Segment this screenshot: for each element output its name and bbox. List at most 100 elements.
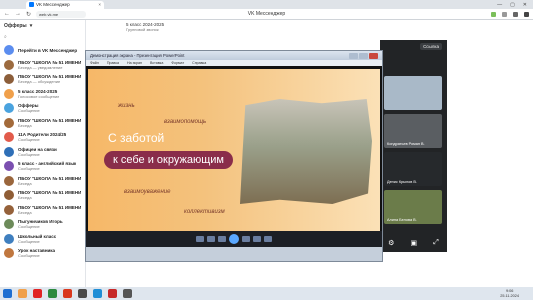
chat-list-item[interactable]: ПБОУ "ШКОЛА № 51 ИМЕНИ СВЕТЛ...Беседа (0, 203, 85, 218)
app-icon (242, 236, 250, 242)
chat-subtitle: Групповой звонок (126, 27, 159, 32)
chat-list-item[interactable]: Школьный класс Сообщение (0, 232, 85, 247)
chat-list-item[interactable]: ПБОУ "ШКОЛА № 51 ИМЕНИ СВЕТЛ...Беседа (0, 116, 85, 131)
taskbar-app-icon[interactable] (63, 289, 72, 298)
window-controls: — ▢ ✕ (497, 2, 533, 8)
window-title: Демонстрация экрана - Презентация PowerP… (90, 53, 185, 58)
close-icon[interactable] (369, 52, 378, 59)
tab-close-icon[interactable]: × (98, 2, 101, 7)
participant-name: Кондратьев Роман В. (387, 142, 425, 146)
address-bar: ← → ↻ web.vk.me VK Мессенджер (0, 9, 533, 20)
chat-list-item[interactable]: ПБОУ "ШКОЛА № 51 ИМЕНИ СВЕТЛ...Беседа (0, 174, 85, 189)
slide-word: жизнь (118, 103, 135, 109)
chat-list-item[interactable]: 5 класс - английский язык Сообщение (0, 159, 85, 174)
chat-item-text: 5 класс - английский язык Сообщение (18, 161, 76, 171)
chat-list-item[interactable]: Урок наставника Сообщение (0, 246, 85, 261)
chat-snippet: Беседа (18, 122, 32, 128)
system-tray-clock[interactable]: 9:06 25.11.2024 (500, 289, 533, 298)
pip-icon[interactable]: ▣ (411, 239, 418, 247)
copy-link-button[interactable]: Ссылка (420, 42, 442, 50)
avatar (4, 175, 14, 186)
participant-video (384, 76, 442, 110)
avatar (4, 132, 14, 143)
chat-item-text: Офицеи на связи Сообщение (18, 147, 57, 157)
app-icon (207, 236, 215, 242)
chevron-down-icon: ▾ (29, 22, 33, 29)
chat-item-text: ПБОУ "ШКОЛА № 51 ИМЕНИ СВЕТЛ...Беседа (18, 118, 81, 128)
participant-tile[interactable]: Кондратьев Роман В. (384, 114, 442, 148)
avatar (4, 59, 14, 70)
taskbar-app-icon[interactable] (93, 289, 102, 298)
participant-tile[interactable]: Алина Белова В. (384, 190, 442, 224)
maximize-icon[interactable]: ▢ (510, 2, 515, 8)
minimize-icon[interactable] (349, 52, 358, 59)
fullscreen-icon[interactable]: ⤢ (433, 239, 439, 247)
chat-list-item[interactable]: ПБОУ "ШКОЛА № 51 ИМЕНИ СВЕТЛ...Беседа (0, 188, 85, 203)
chat-list-item[interactable]: 5 класс 2024-2025 Голосовое сообщение (0, 87, 85, 102)
browser-tab[interactable]: VK Мессенджер × (26, 0, 104, 9)
slide[interactable]: жизнь взаимопомощь С заботой к себе и ок… (88, 69, 380, 234)
chat-list-item[interactable]: Офицеи на связи Сообщение (0, 145, 85, 160)
chat-item-text: Офферы Сообщение (18, 103, 40, 113)
menu-item[interactable]: Правка (107, 61, 119, 65)
participant-tile[interactable]: Денис Крылов В. (384, 152, 442, 186)
chat-snippet: Беседа (18, 209, 32, 215)
shared-taskbar (86, 231, 382, 247)
menu-item[interactable]: Формат (171, 61, 184, 65)
chat-item-text: ПБОУ "ШКОЛА № 51 ИМЕНИ СВЕТЛ...Беседа (18, 205, 81, 215)
avatar (4, 74, 14, 85)
taskbar-app-icon[interactable] (3, 289, 12, 298)
chat-list-item[interactable]: ПБОУ "ШКОЛА № 51 ИМЕНИ СВЕТЛ...Беседа — … (0, 72, 85, 87)
taskbar-app-icon[interactable] (18, 289, 27, 298)
app-icon (196, 236, 204, 242)
folder-title: Офферы (4, 22, 27, 29)
menu-item[interactable]: Файл (90, 61, 99, 65)
chat-snippet: Сообщение (18, 166, 40, 172)
taskbar-app-icon[interactable] (48, 289, 57, 298)
page-title: VK Мессенджер (247, 11, 286, 17)
app-icon (264, 236, 272, 242)
chat-snippet: Сообщение (18, 253, 40, 259)
minimize-icon[interactable]: — (497, 2, 502, 8)
avatar (4, 248, 14, 259)
chat-list-item[interactable]: Пыгуничиков Игорь Сообщение (0, 217, 85, 232)
chat-snippet: Сообщение (18, 137, 40, 143)
vk-favicon-icon (29, 2, 34, 7)
avatar (4, 117, 14, 128)
chat-item-text: 5 класс 2024-2025 Голосовое сообщение (18, 89, 59, 99)
chat-list-item[interactable]: Перейти в VK Мессенджер (0, 43, 85, 58)
slide-title: С заботой (108, 131, 165, 145)
close-icon[interactable]: ✕ (523, 2, 527, 8)
chat-list-item[interactable]: Офферы Сообщение (0, 101, 85, 116)
chat-snippet: Сообщение (18, 108, 40, 114)
folder-header[interactable]: Офферы ▾ (0, 20, 85, 31)
app-icon (229, 234, 239, 244)
screen-share-window: Демонстрация экрана - Презентация PowerP… (85, 50, 383, 262)
chat-item-text: ПБОУ "ШКОЛА № 51 ИМЕНИ СВЕТЛ...Беседа (18, 176, 81, 186)
menu-item[interactable]: Вставка (150, 61, 163, 65)
chat-snippet: Сообщение (18, 224, 40, 230)
chat-list-item[interactable]: ПБОУ "ШКОЛА № 51 ИМЕНИ СВЕТЛ...Беседа — … (0, 58, 85, 73)
taskbar-apps (3, 289, 132, 298)
participant-tile[interactable] (384, 76, 442, 110)
browser-tab-bar: VK Мессенджер × — ▢ ✕ (0, 0, 533, 9)
settings-icon[interactable]: ⚙ (388, 239, 394, 247)
maximize-icon[interactable] (359, 52, 368, 59)
taskbar-app-icon[interactable] (33, 289, 42, 298)
window-controls (349, 52, 378, 59)
taskbar-app-icon[interactable] (78, 289, 87, 298)
chat-item-text: ПБОУ "ШКОЛА № 51 ИМЕНИ СВЕТЛ...Беседа — … (18, 60, 81, 70)
menu-item[interactable]: Справка (192, 61, 206, 65)
chat-search[interactable]: ⌕ (4, 33, 81, 41)
chat-list-item[interactable]: 11А Родители 2024/25 Сообщение (0, 130, 85, 145)
chat-item-text: Урок наставника Сообщение (18, 248, 55, 258)
chat-snippet: Голосовое сообщение (18, 93, 60, 99)
taskbar-app-icon[interactable] (108, 289, 117, 298)
participant-name: Денис Крылов В. (387, 180, 417, 184)
call-controls: ⚙ ▣ ⤢ (380, 234, 447, 252)
taskbar-app-icon[interactable] (123, 289, 132, 298)
avatar (4, 45, 14, 56)
window-titlebar[interactable]: Демонстрация экрана - Презентация PowerP… (86, 51, 382, 60)
menu-item[interactable]: На экран (127, 61, 142, 65)
avatar (4, 161, 14, 172)
